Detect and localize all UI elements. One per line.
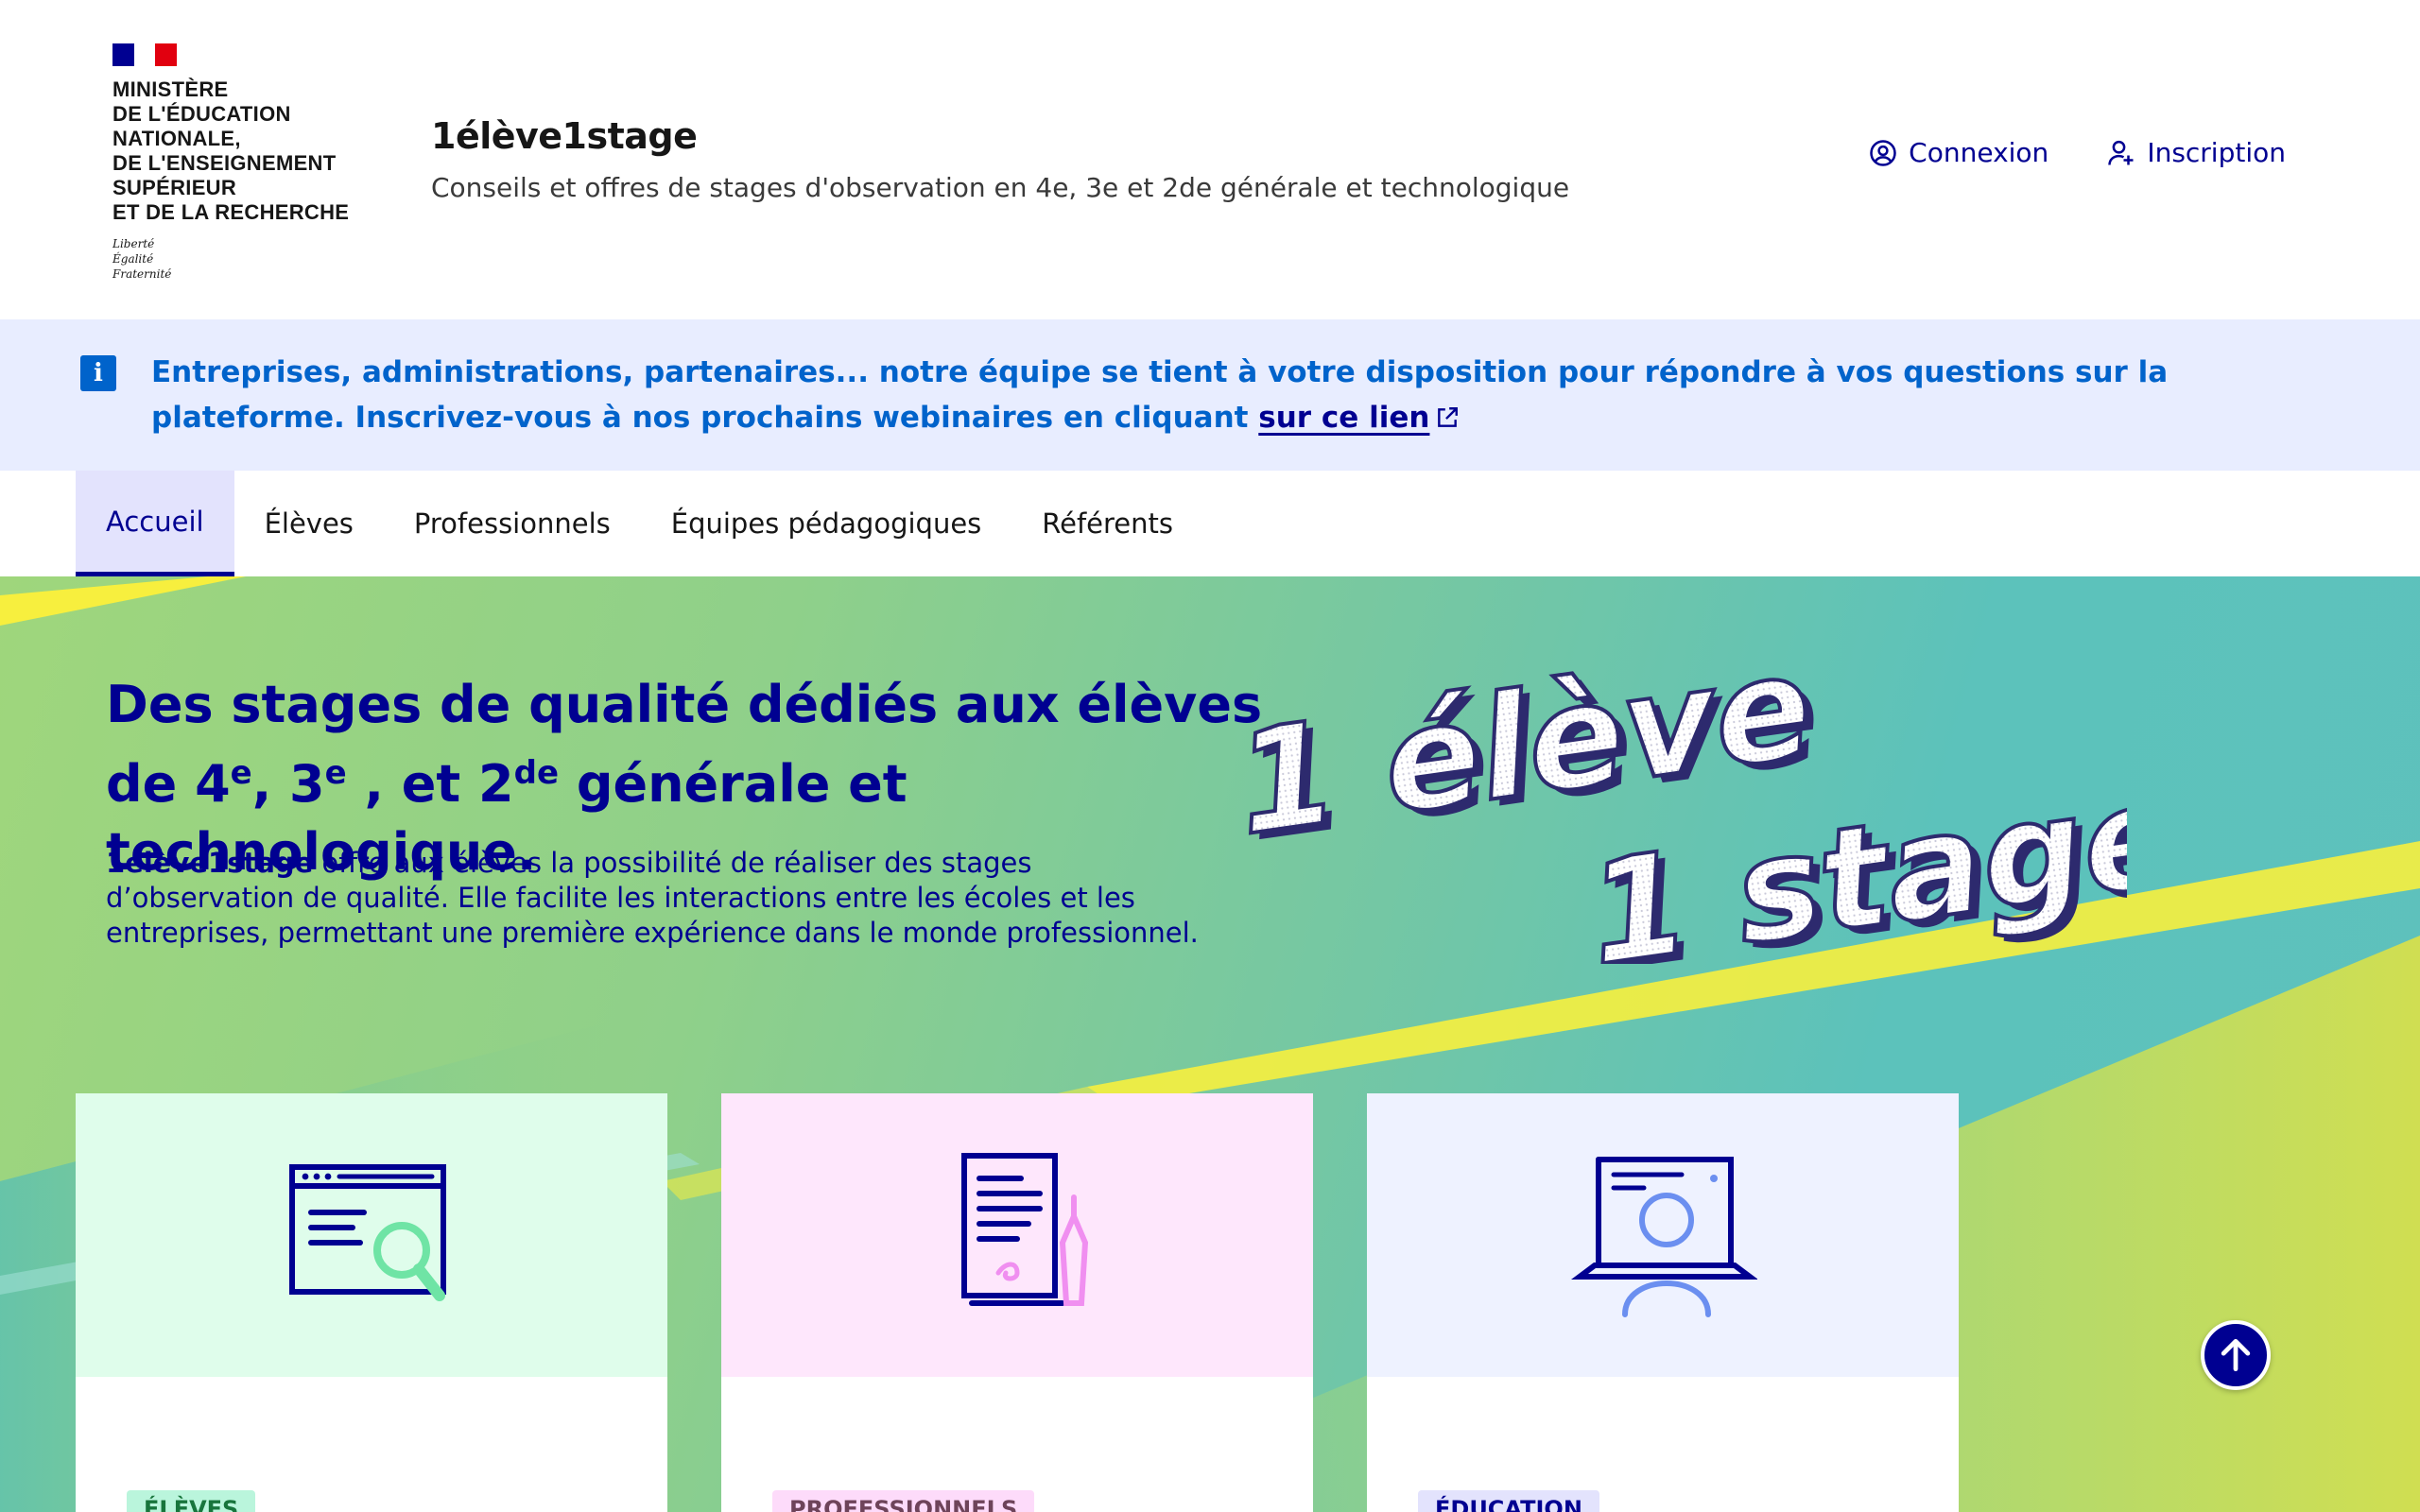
hero-title-part: , et 2 (346, 754, 514, 814)
notice-banner: i Entreprises, administrations, partenai… (0, 319, 2420, 471)
nav-item-professionnels[interactable]: Professionnels (384, 471, 641, 576)
card-eleves[interactable]: Élèves (76, 1093, 667, 1512)
notice-link-label: sur ce lien (1258, 401, 1430, 435)
ministry-line: nationale, (112, 127, 241, 150)
service-info: 1élève1stage Conseils et offres de stage… (431, 115, 1569, 203)
nav-item-eleves[interactable]: Élèves (234, 471, 384, 576)
ministry-line: Ministère (112, 77, 229, 101)
signup-label: Inscription (2147, 137, 2286, 168)
hero-title-part: , 3 (251, 754, 325, 814)
hero-title-part: de 4 (106, 754, 231, 814)
user-circle-icon (1870, 139, 1896, 166)
ministry-name: Ministère de l'Éducation nationale, de l… (112, 77, 377, 225)
card-badge: Élèves (127, 1490, 256, 1512)
document-pen-icon (961, 1153, 1089, 1306)
card-education[interactable]: Éducation (1367, 1093, 1959, 1512)
info-icon: i (80, 355, 116, 391)
card-media (721, 1093, 1313, 1377)
browser-search-icon (289, 1164, 446, 1301)
republic-motto: Liberté Égalité Fraternité (112, 236, 377, 282)
external-link-icon (1438, 407, 1459, 427)
card-professionnels[interactable]: Professionnels (721, 1093, 1313, 1512)
arrow-up-icon (2221, 1338, 2251, 1372)
laptop-user-icon (1571, 1157, 1757, 1317)
nav-item-accueil[interactable]: Accueil (76, 471, 234, 576)
motto-line: Liberté (112, 237, 155, 250)
ministry-line: supérieur (112, 176, 237, 199)
signup-link[interactable]: Inscription (2107, 137, 2286, 168)
card-media (76, 1093, 667, 1377)
login-link[interactable]: Connexion (1869, 137, 2048, 168)
hero-title-line1: Des stages de qualité dédiés aux élèves (106, 675, 1263, 734)
notice-link[interactable]: sur ce lien (1258, 401, 1460, 435)
hero-title-sup: e (324, 754, 347, 792)
site-header: Ministère de l'Éducation nationale, de l… (0, 0, 2420, 319)
motto-line: Égalité (112, 252, 154, 266)
motto-line: Fraternité (112, 267, 172, 281)
nav-list: Accueil Élèves Professionnels Équipes pé… (76, 471, 1203, 576)
ministry-line: et de la Recherche (112, 200, 350, 224)
hero-title-sup: de (513, 754, 560, 792)
hero-title-sup: e (230, 754, 252, 792)
ministry-line: de l'Éducation (112, 102, 291, 126)
french-flag-icon (112, 43, 178, 66)
service-tagline: Conseils et offres de stages d'observati… (431, 172, 1570, 203)
notice-message: Entreprises, administrations, partenaire… (151, 355, 2169, 435)
user-add-icon (2108, 140, 2134, 165)
back-to-top-button[interactable] (2201, 1320, 2271, 1390)
brand-logo-art: 1 élève 1 élève 1 stage 1 stage (1229, 643, 2127, 964)
notice-text: Entreprises, administrations, partenaire… (151, 350, 2259, 440)
nav-item-equipes-pedagogiques[interactable]: Équipes pédagogiques (641, 471, 1012, 576)
login-label: Connexion (1909, 137, 2049, 168)
nav-item-referents[interactable]: Référents (1011, 471, 1203, 576)
ministry-line: de l'Enseignement (112, 151, 337, 175)
hero-description-brand: 1élève1stage (106, 847, 314, 879)
service-title[interactable]: 1élève1stage (431, 115, 1569, 157)
card-badge: Éducation (1418, 1490, 1599, 1512)
header-tools: Connexion Inscription (1869, 137, 2286, 168)
card-badge: Professionnels (772, 1490, 1035, 1512)
card-media (1367, 1093, 1959, 1377)
ministry-logo[interactable]: Ministère de l'Éducation nationale, de l… (112, 43, 377, 282)
hero-description: 1élève1stage offre aux élèves la possibi… (106, 846, 1202, 951)
main-navigation: Accueil Élèves Professionnels Équipes pé… (0, 471, 2420, 576)
